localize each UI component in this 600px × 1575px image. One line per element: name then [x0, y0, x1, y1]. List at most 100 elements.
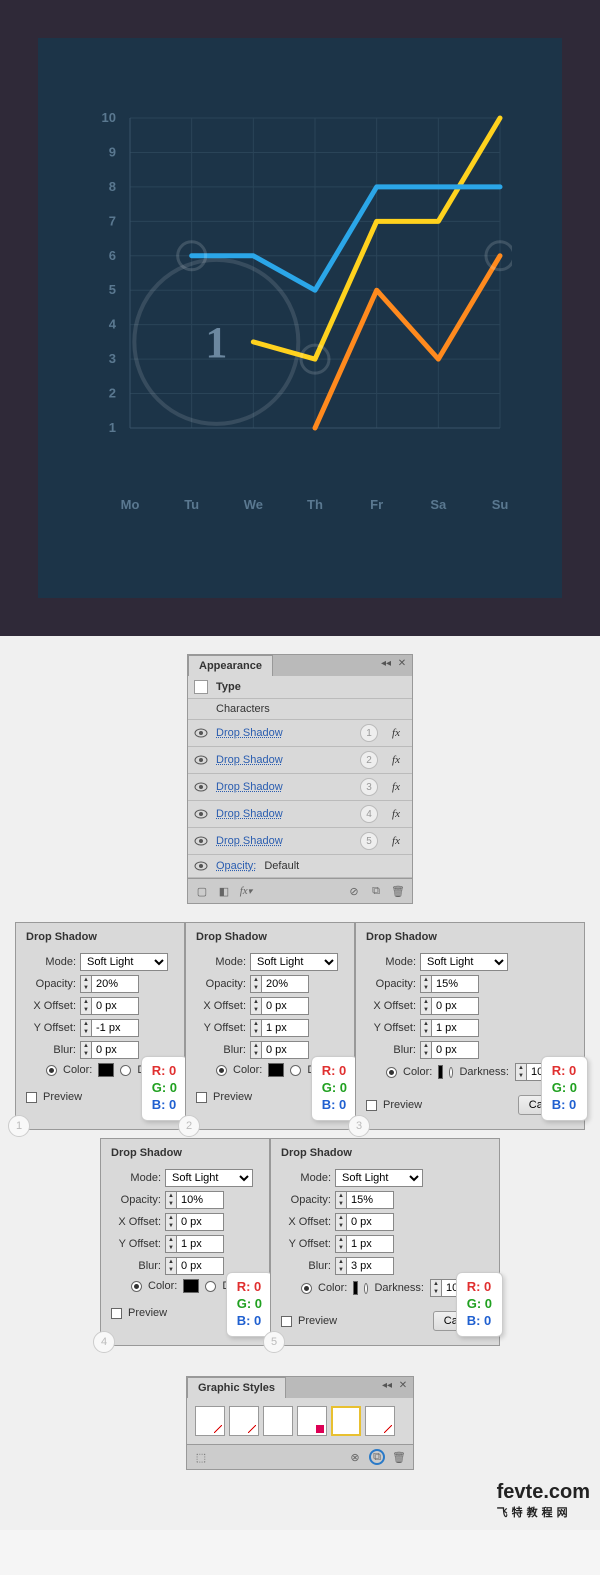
style-thumb[interactable]	[263, 1406, 293, 1436]
effect-row[interactable]: Drop Shadow 3 fx	[188, 774, 412, 801]
trash-icon[interactable]: 🗑	[391, 1449, 407, 1465]
opacity-input[interactable]: ▲▼	[165, 1191, 224, 1209]
appearance-tab[interactable]: Appearance	[188, 655, 273, 676]
characters-label: Characters	[216, 703, 270, 715]
effect-link[interactable]: Drop Shadow	[216, 808, 283, 820]
close-icon[interactable]: ✕	[397, 1379, 409, 1391]
effect-link[interactable]: Drop Shadow	[216, 754, 283, 766]
collapse-icon[interactable]: ◂◂	[381, 1379, 393, 1391]
preview-checkbox[interactable]	[111, 1308, 122, 1319]
preview-checkbox[interactable]	[196, 1092, 207, 1103]
color-radio[interactable]	[301, 1283, 312, 1294]
effect-link[interactable]: Drop Shadow	[216, 781, 283, 793]
effect-row[interactable]: Drop Shadow 2 fx	[188, 747, 412, 774]
opacity-input[interactable]: ▲▼	[335, 1191, 394, 1209]
color-radio[interactable]	[216, 1065, 227, 1076]
opacity-input[interactable]: ▲▼	[250, 975, 309, 993]
y-offset-input[interactable]: ▲▼	[165, 1235, 224, 1253]
darkness-radio[interactable]	[290, 1065, 301, 1076]
opacity-link[interactable]: Opacity:	[216, 860, 256, 872]
color-swatch[interactable]	[183, 1279, 199, 1293]
preview-checkbox[interactable]	[281, 1316, 292, 1327]
graphic-styles-tab[interactable]: Graphic Styles	[187, 1377, 286, 1398]
style-thumb[interactable]	[195, 1406, 225, 1436]
fx-icon[interactable]: fx	[386, 781, 406, 793]
break-link-icon[interactable]: ⊗	[347, 1449, 363, 1465]
y-offset-input[interactable]: ▲▼	[335, 1235, 394, 1253]
x-offset-input[interactable]: ▲▼	[335, 1213, 394, 1231]
fill-swatch[interactable]	[194, 680, 208, 694]
effect-row[interactable]: Drop Shadow 1 fx	[188, 720, 412, 747]
style-thumb[interactable]	[297, 1406, 327, 1436]
visibility-icon[interactable]	[194, 859, 208, 873]
mode-select[interactable]: Soft Light	[420, 953, 508, 971]
svg-text:Sa: Sa	[430, 497, 447, 512]
effect-link[interactable]: Drop Shadow	[216, 835, 283, 847]
y-offset-input[interactable]: ▲▼	[420, 1019, 479, 1037]
svg-text:5: 5	[109, 282, 116, 297]
mode-select[interactable]: Soft Light	[80, 953, 168, 971]
fx-icon[interactable]: fx	[386, 754, 406, 766]
y-offset-input[interactable]: ▲▼	[250, 1019, 309, 1037]
styles-list	[187, 1398, 413, 1444]
mode-select[interactable]: Soft Light	[335, 1169, 423, 1187]
appearance-footer: ▢ ◧ fx▾ ⊘ ⧉ 🗑	[188, 878, 412, 903]
y-offset-input[interactable]: ▲▼	[80, 1019, 139, 1037]
blur-input[interactable]: ▲▼	[250, 1041, 309, 1059]
no-fill-icon[interactable]: ▢	[194, 883, 210, 899]
x-offset-input[interactable]: ▲▼	[250, 997, 309, 1015]
opacity-input[interactable]: ▲▼	[420, 975, 479, 993]
fx-icon[interactable]: fx	[386, 808, 406, 820]
mode-select[interactable]: Soft Light	[250, 953, 338, 971]
style-thumb[interactable]	[365, 1406, 395, 1436]
color-swatch[interactable]	[353, 1281, 358, 1295]
preview-checkbox[interactable]	[366, 1100, 377, 1111]
effect-row[interactable]: Drop Shadow 5 fx	[188, 828, 412, 855]
color-radio[interactable]	[386, 1067, 397, 1078]
style-thumb[interactable]	[229, 1406, 259, 1436]
mode-select[interactable]: Soft Light	[165, 1169, 253, 1187]
clear-icon[interactable]: ⊘	[346, 883, 362, 899]
trash-icon[interactable]: 🗑	[390, 883, 406, 899]
drop-shadow-dialog: Drop Shadow Mode:Soft Light Opacity:▲▼ X…	[100, 1138, 270, 1346]
opacity-row[interactable]: Opacity: Default	[188, 855, 412, 878]
blur-input[interactable]: ▲▼	[80, 1041, 139, 1059]
darkness-radio[interactable]	[205, 1281, 216, 1292]
opacity-input[interactable]: ▲▼	[80, 975, 139, 993]
fx-menu-icon[interactable]: fx▾	[238, 883, 254, 899]
x-offset-input[interactable]: ▲▼	[420, 997, 479, 1015]
color-swatch[interactable]	[98, 1063, 114, 1077]
preview-checkbox[interactable]	[26, 1092, 37, 1103]
color-swatch[interactable]	[438, 1065, 443, 1079]
rgb-readout: R: 0G: 0B: 0	[541, 1056, 588, 1121]
new-style-icon[interactable]: ⧉	[369, 1449, 385, 1465]
effect-row[interactable]: Drop Shadow 4 fx	[188, 801, 412, 828]
collapse-icon[interactable]: ◂◂	[380, 657, 392, 669]
chart-card: 12345678910 1 MoTuWeThFrSaSu	[38, 38, 562, 598]
x-offset-input[interactable]: ▲▼	[165, 1213, 224, 1231]
visibility-icon[interactable]	[194, 807, 208, 821]
darkness-radio[interactable]	[364, 1283, 368, 1294]
duplicate-icon[interactable]: ⧉	[368, 883, 384, 899]
effect-link[interactable]: Drop Shadow	[216, 727, 283, 739]
blur-input[interactable]: ▲▼	[165, 1257, 224, 1275]
color-radio[interactable]	[131, 1281, 142, 1292]
x-offset-input[interactable]: ▲▼	[80, 997, 139, 1015]
fx-icon[interactable]: fx	[386, 727, 406, 739]
visibility-icon[interactable]	[194, 834, 208, 848]
drop-shadow-dialog: Drop Shadow Mode:Soft Light Opacity:▲▼ X…	[355, 922, 585, 1130]
close-icon[interactable]: ✕	[396, 657, 408, 669]
visibility-icon[interactable]	[194, 726, 208, 740]
color-radio[interactable]	[46, 1065, 57, 1076]
darkness-radio[interactable]	[120, 1065, 131, 1076]
darkness-radio[interactable]	[449, 1067, 453, 1078]
fx-icon[interactable]: fx	[386, 835, 406, 847]
color-swatch[interactable]	[268, 1063, 284, 1077]
blur-input[interactable]: ▲▼	[335, 1257, 394, 1275]
visibility-icon[interactable]	[194, 780, 208, 794]
visibility-icon[interactable]	[194, 753, 208, 767]
blur-input[interactable]: ▲▼	[420, 1041, 479, 1059]
stroke-icon[interactable]: ◧	[216, 883, 232, 899]
style-thumb-selected[interactable]	[331, 1406, 361, 1436]
libraries-icon[interactable]: ⬚	[193, 1449, 209, 1465]
